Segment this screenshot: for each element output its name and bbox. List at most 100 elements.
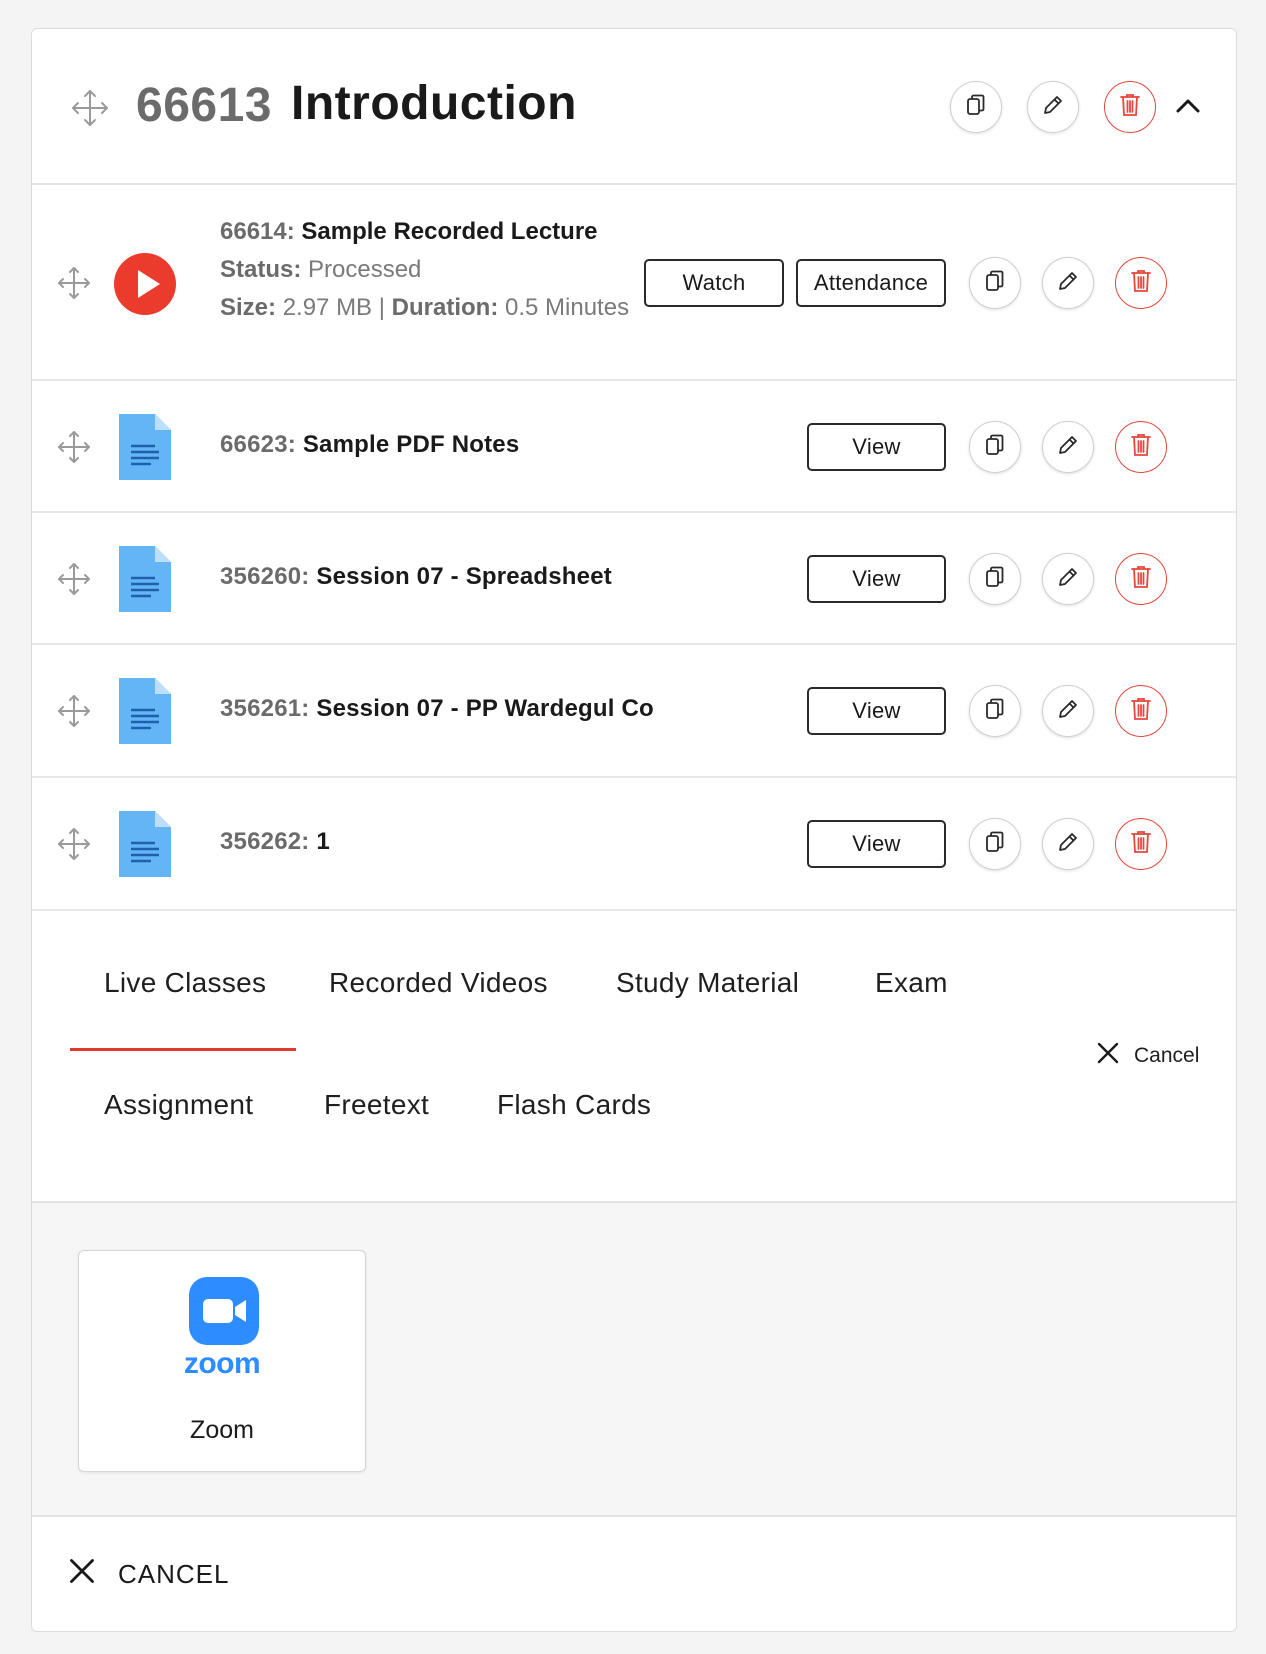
document-icon — [119, 811, 171, 877]
copy-icon — [964, 93, 988, 122]
copy-icon — [983, 269, 1007, 298]
edit-icon — [1056, 697, 1080, 726]
document-icon — [119, 546, 171, 612]
drag-handle-icon[interactable] — [54, 559, 94, 599]
view-button[interactable]: View — [807, 687, 946, 735]
item-id: 356262: — [220, 828, 310, 855]
active-tab-indicator — [70, 1048, 296, 1051]
drag-handle-icon[interactable] — [70, 88, 110, 128]
size-label: Size: — [220, 294, 277, 321]
delete-topic-button[interactable] — [1104, 81, 1156, 133]
lecture-details: 66614: Sample Recorded Lecture Status: P… — [220, 213, 640, 327]
separator: | — [378, 294, 385, 321]
tab-freetext[interactable]: Freetext — [324, 1089, 429, 1121]
view-button[interactable]: View — [807, 423, 946, 471]
tab-flash-cards[interactable]: Flash Cards — [497, 1089, 651, 1121]
edit-button[interactable] — [1042, 553, 1094, 605]
delete-button[interactable] — [1115, 818, 1167, 870]
trash-icon — [1129, 432, 1153, 463]
chevron-up-icon[interactable] — [1173, 91, 1203, 121]
view-button[interactable]: View — [807, 820, 946, 868]
copy-icon — [983, 565, 1007, 594]
item-title: 66623: Sample PDF Notes — [220, 431, 519, 459]
topic-card: 66613 Introduction 66614: Sample Recorde… — [31, 28, 1237, 1632]
drag-handle-icon[interactable] — [54, 824, 94, 864]
edit-button[interactable] — [1042, 421, 1094, 473]
edit-icon — [1041, 93, 1065, 122]
delete-button[interactable] — [1115, 257, 1167, 309]
copy-topic-button[interactable] — [950, 81, 1002, 133]
copy-icon — [983, 697, 1007, 726]
watch-button[interactable]: Watch — [644, 259, 784, 307]
zoom-camera-icon — [189, 1277, 259, 1345]
edit-icon — [1056, 830, 1080, 859]
topic-header: 66613 Introduction — [32, 29, 1236, 185]
drag-handle-icon[interactable] — [54, 263, 94, 303]
drag-handle-icon[interactable] — [54, 691, 94, 731]
item-title: 356260: Session 07 - Spreadsheet — [220, 563, 612, 591]
cancel-label: CANCEL — [118, 1559, 230, 1589]
delete-button[interactable] — [1115, 421, 1167, 473]
delete-button[interactable] — [1115, 553, 1167, 605]
topic-title: Introduction — [291, 77, 577, 130]
copy-button[interactable] — [969, 685, 1021, 737]
close-icon — [1096, 1041, 1134, 1071]
copy-icon — [983, 830, 1007, 859]
document-icon — [119, 414, 171, 480]
item-id: 356260: — [220, 563, 310, 590]
status-label: Status: — [220, 256, 302, 283]
copy-icon — [983, 433, 1007, 462]
integration-options: zoom Zoom — [32, 1203, 1236, 1517]
item-id: 66623: — [220, 431, 296, 458]
document-icon — [119, 678, 171, 744]
cancel-tabs-button[interactable]: Cancel — [1096, 1041, 1199, 1071]
trash-icon — [1129, 268, 1153, 299]
edit-icon — [1056, 433, 1080, 462]
trash-icon — [1129, 696, 1153, 727]
lecture-title: Sample Recorded Lecture — [301, 218, 598, 245]
tab-exam[interactable]: Exam — [875, 967, 948, 999]
edit-icon — [1056, 565, 1080, 594]
duration-unit: Minutes — [545, 294, 630, 321]
size-value: 2.97 MB — [282, 294, 373, 321]
list-item: 356261: Session 07 - PP Wardegul Co View — [32, 645, 1236, 778]
edit-button[interactable] — [1042, 257, 1094, 309]
zoom-logo-text: zoom — [183, 1347, 261, 1380]
trash-icon — [1118, 92, 1142, 123]
tab-recorded-videos[interactable]: Recorded Videos — [329, 967, 548, 999]
edit-button[interactable] — [1042, 818, 1094, 870]
tab-assignment[interactable]: Assignment — [104, 1089, 253, 1121]
duration-label: Duration: — [391, 294, 499, 321]
list-item: 66623: Sample PDF Notes View — [32, 381, 1236, 513]
copy-button[interactable] — [969, 257, 1021, 309]
cancel-label: Cancel — [1134, 1044, 1200, 1067]
drag-handle-icon[interactable] — [54, 427, 94, 467]
lecture-row: 66614: Sample Recorded Lecture Status: P… — [32, 185, 1236, 381]
tab-study-material[interactable]: Study Material — [616, 967, 799, 999]
attendance-button[interactable]: Attendance — [796, 259, 946, 307]
view-button[interactable]: View — [807, 555, 946, 603]
edit-icon — [1056, 269, 1080, 298]
copy-button[interactable] — [969, 553, 1021, 605]
list-item: 356260: Session 07 - Spreadsheet View — [32, 513, 1236, 645]
item-title: 356261: Session 07 - PP Wardegul Co — [220, 695, 654, 723]
status-value: Processed — [308, 256, 422, 283]
item-id: 356261: — [220, 695, 310, 722]
tab-live-classes[interactable]: Live Classes — [104, 967, 266, 999]
cancel-button[interactable]: CANCEL — [68, 1557, 229, 1592]
content-type-tabs: Live Classes Recorded Videos Study Mater… — [32, 927, 1236, 1203]
edit-topic-button[interactable] — [1027, 81, 1079, 133]
zoom-label: Zoom — [190, 1416, 254, 1444]
copy-button[interactable] — [969, 818, 1021, 870]
duration-value: 0.5 — [504, 294, 539, 321]
zoom-option-card[interactable]: zoom Zoom — [78, 1250, 366, 1472]
item-name: Session 07 - Spreadsheet — [316, 563, 612, 590]
trash-icon — [1129, 829, 1153, 860]
delete-button[interactable] — [1115, 685, 1167, 737]
play-icon[interactable] — [114, 253, 176, 315]
item-name: Sample PDF Notes — [302, 431, 520, 458]
close-icon — [68, 1557, 118, 1592]
edit-button[interactable] — [1042, 685, 1094, 737]
item-title: 356262: 1 — [220, 828, 330, 856]
copy-button[interactable] — [969, 421, 1021, 473]
